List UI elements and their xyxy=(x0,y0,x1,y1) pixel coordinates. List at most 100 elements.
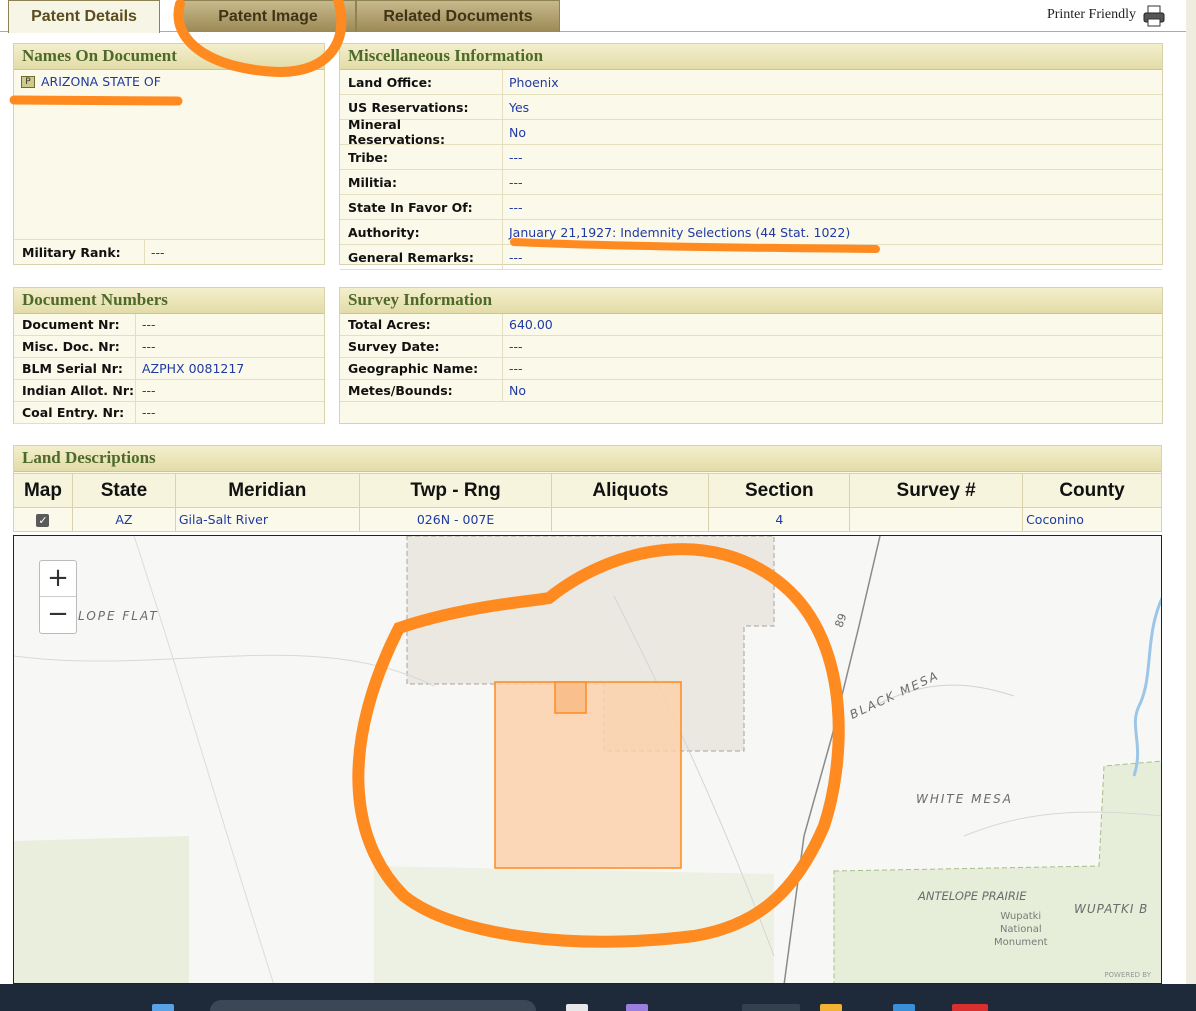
docnum-row: Coal Entry. Nr: --- xyxy=(14,402,324,424)
docnum-value[interactable]: AZPHX 0081217 xyxy=(135,358,244,379)
header-map: Map xyxy=(13,473,73,508)
survey-panel: Survey Information Total Acres: 640.00 Sur… xyxy=(339,287,1163,424)
map-checkbox[interactable]: ✓ xyxy=(36,514,50,527)
survey-row: Total Acres: 640.00 xyxy=(340,314,1162,336)
printer-icon[interactable] xyxy=(1142,4,1166,28)
misc-label: Mineral Reservations: xyxy=(348,117,445,147)
printer-friendly-link[interactable]: Printer Friendly xyxy=(1047,7,1136,23)
military-rank-label: Military Rank: xyxy=(22,244,121,260)
docnum-value: --- xyxy=(135,380,156,401)
docnum-row: Misc. Doc. Nr: --- xyxy=(14,336,324,358)
tab-patent-details[interactable]: Patent Details xyxy=(8,0,160,33)
active-app-icon[interactable] xyxy=(742,1004,800,1011)
docnum-label: Coal Entry. Nr: xyxy=(22,405,125,420)
monument-line-3: Monument xyxy=(994,937,1048,948)
folder-icon[interactable] xyxy=(820,1004,842,1011)
parcel-main xyxy=(494,681,682,869)
survey-label: Metes/Bounds: xyxy=(348,383,453,398)
zoom-in-button[interactable]: + xyxy=(40,561,76,597)
store-icon[interactable] xyxy=(893,1004,915,1011)
park-area-south xyxy=(374,866,774,983)
patentee-name-link[interactable]: ARIZONA STATE OF xyxy=(41,74,161,89)
military-rank-value: --- xyxy=(144,240,165,264)
taskbar-search[interactable] xyxy=(210,1000,536,1011)
header-aliquots: Aliquots xyxy=(551,473,710,508)
misc-value: --- xyxy=(502,245,523,269)
header-section: Section xyxy=(708,473,851,508)
misc-value: --- xyxy=(502,145,523,169)
zoom-control: + − xyxy=(39,560,77,634)
misc-label: Tribe: xyxy=(348,149,389,165)
survey-cell xyxy=(849,507,1024,532)
misc-label: General Remarks: xyxy=(348,249,474,265)
map-label-white-mesa: WHITE MESA xyxy=(916,792,1013,806)
header-twp-rng: Twp - Rng xyxy=(358,473,553,508)
aliquots-cell xyxy=(551,507,710,532)
survey-title: Survey Information xyxy=(340,288,1162,314)
map-canvas xyxy=(14,536,1161,983)
misc-row: Authority: January 21,1927: Indemnity Sel… xyxy=(340,220,1162,245)
misc-row: Land Office: Phoenix xyxy=(340,70,1162,95)
docnum-label: Indian Allot. Nr: xyxy=(22,383,134,398)
app-icon[interactable] xyxy=(952,1004,988,1011)
docnum-value: --- xyxy=(135,314,156,335)
survey-value[interactable]: No xyxy=(502,380,526,401)
os-taskbar xyxy=(0,984,1196,1011)
header-state: State xyxy=(71,473,176,508)
survey-label: Geographic Name: xyxy=(348,361,479,376)
misc-label: State In Favor Of: xyxy=(348,199,473,215)
land-map[interactable]: + − LOPE FLAT BLACK MESA WHITE MESA ANTE… xyxy=(13,535,1162,984)
county-cell[interactable]: Coconino xyxy=(1022,507,1162,532)
monument-line-1: Wupatki xyxy=(1000,911,1042,922)
survey-row: Survey Date: --- xyxy=(340,336,1162,358)
tab-patent-image[interactable]: Patent Image xyxy=(180,0,356,32)
misc-value[interactable]: Phoenix xyxy=(502,70,559,94)
docnum-row: Indian Allot. Nr: --- xyxy=(14,380,324,402)
river xyxy=(1132,596,1161,777)
misc-panel: Miscellaneous Information Land Office: Ph… xyxy=(339,43,1163,270)
land-descriptions-title: Land Descriptions xyxy=(14,446,1161,472)
patentee-badge: P xyxy=(21,75,35,88)
park-area-west xyxy=(14,836,189,983)
misc-title: Miscellaneous Information xyxy=(340,44,1162,70)
start-icon[interactable] xyxy=(152,1004,174,1011)
misc-row: Militia: --- xyxy=(340,170,1162,195)
names-title: Names On Document xyxy=(14,44,324,70)
docnum-value: --- xyxy=(135,336,156,357)
docnum-label: Document Nr: xyxy=(22,317,120,332)
header-county: County xyxy=(1022,473,1162,508)
misc-value[interactable]: January 21,1927: Indemnity Selections (4… xyxy=(502,220,850,244)
tab-related-documents[interactable]: Related Documents xyxy=(356,0,560,32)
twp-rng-cell: 026N - 007E xyxy=(358,507,553,532)
document-numbers-title: Document Numbers xyxy=(14,288,324,314)
map-label-wupatki: WUPATKI B xyxy=(1074,902,1149,916)
scrollbar[interactable] xyxy=(1186,0,1196,984)
survey-value: --- xyxy=(502,358,523,379)
table-header-row: Map State Meridian Twp - Rng Aliquots Se… xyxy=(13,473,1162,508)
docnum-value: --- xyxy=(135,402,156,423)
survey-row: Metes/Bounds: No xyxy=(340,380,1162,402)
misc-row: Tribe: --- xyxy=(340,145,1162,170)
misc-value[interactable]: Yes xyxy=(502,95,529,119)
meridian-cell: Gila-Salt River xyxy=(174,507,360,532)
monument-line-2: National xyxy=(999,924,1042,935)
names-panel: Names On Document P ARIZONA STATE OF Mil… xyxy=(13,43,325,265)
survey-label: Total Acres: xyxy=(348,317,431,332)
docnum-label: Misc. Doc. Nr: xyxy=(22,339,120,354)
survey-label: Survey Date: xyxy=(348,339,440,354)
map-label-antelope-flat: LOPE FLAT xyxy=(78,609,159,623)
misc-value[interactable]: No xyxy=(502,120,526,144)
docnum-row: Document Nr: --- xyxy=(14,314,324,336)
docnum-label: BLM Serial Nr: xyxy=(22,361,123,376)
state-cell: AZ xyxy=(71,507,176,532)
land-descriptions-panel: Land Descriptions xyxy=(13,445,1162,473)
survey-value[interactable]: 640.00 xyxy=(502,314,553,335)
teams-icon[interactable] xyxy=(626,1004,648,1011)
misc-value: --- xyxy=(502,170,523,194)
misc-value: --- xyxy=(502,195,523,219)
misc-label: Militia: xyxy=(348,174,397,190)
survey-value: --- xyxy=(502,336,523,357)
misc-label: Land Office: xyxy=(348,74,433,90)
file-icon[interactable] xyxy=(566,1004,588,1011)
zoom-out-button[interactable]: − xyxy=(40,597,76,633)
